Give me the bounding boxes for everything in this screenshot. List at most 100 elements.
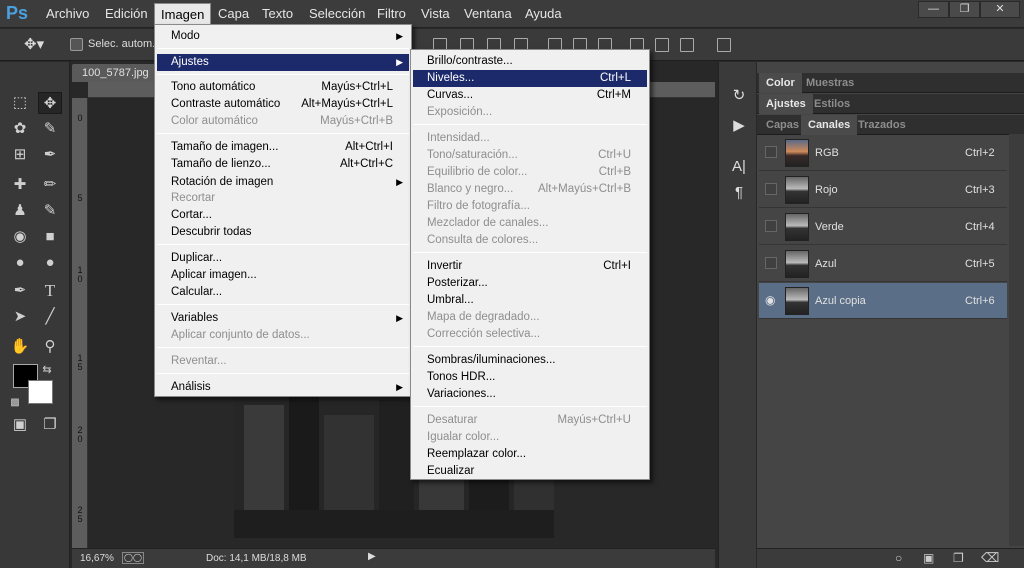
menu-item-rotacion-imagen[interactable]: Rotación de imagen ▶ [157,174,409,191]
menu-item-calcular[interactable]: Calcular... [157,284,409,301]
blur-tool-icon[interactable]: ● [8,252,32,274]
menu-item-niveles[interactable]: Niveles... Ctrl+L [413,70,647,87]
visibility-toggle[interactable] [765,257,777,269]
type-tool-icon[interactable]: T [38,280,62,302]
menu-item-duplicar[interactable]: Duplicar... [157,250,409,267]
quick-selection-tool-icon[interactable]: ✎ [38,118,62,140]
visibility-toggle[interactable] [765,146,777,158]
menu-item-umbral[interactable]: Umbral... [413,292,647,309]
pen-tool-icon[interactable]: ✒ [8,280,32,302]
distribute-right-icon[interactable] [680,38,694,52]
menu-item-posterizar[interactable]: Posterizar... [413,275,647,292]
trash-icon[interactable]: ⌫ [981,550,999,566]
tab-capas[interactable]: Capas [759,115,806,135]
menu-item-label: Tamaño de imagen... [171,141,279,153]
menu-item-analisis[interactable]: Análisis ▶ [157,379,409,396]
menu-item-brillo-contraste[interactable]: Brillo/contraste... [413,53,647,70]
tab-muestras[interactable]: Muestras [799,73,861,93]
menu-item-tono-automatico[interactable]: Tono automático Mayús+Ctrl+L [157,79,409,96]
healing-brush-tool-icon[interactable]: ✚ [8,174,32,196]
menu-item-aplicar-imagen[interactable]: Aplicar imagen... [157,267,409,284]
menu-ayuda[interactable]: Ayuda [519,0,568,28]
menu-edicion[interactable]: Edición [99,0,154,28]
menu-item-modo[interactable]: Modo ▶ [157,28,409,45]
auto-align-icon[interactable] [717,38,731,52]
distribute-hcenter-icon[interactable] [655,38,669,52]
document-tab[interactable]: 100_5787.jpg [72,64,162,82]
status-options-icon[interactable]: ◯◯ [122,552,144,564]
zoom-level[interactable]: 16,67% [80,553,114,564]
auto-select-checkbox[interactable] [70,38,83,51]
menu-item-ajustes[interactable]: Ajustes ▶ [157,54,409,71]
save-selection-icon[interactable]: ▣ [923,551,934,565]
menu-item-invertir[interactable]: Invertir Ctrl+I [413,258,647,275]
menu-item-reemplazar-color[interactable]: Reemplazar color... [413,446,647,463]
paragraph-panel-icon[interactable]: ¶ [729,184,749,202]
channel-row-verde[interactable]: Verde Ctrl+4 [759,209,1007,245]
lasso-tool-icon[interactable]: ✿ [8,118,32,140]
eyedropper-tool-icon[interactable]: ✒ [38,144,62,166]
hand-tool-icon[interactable]: ✋ [8,336,32,358]
tab-estilos[interactable]: Estilos [807,94,857,114]
tab-trazados[interactable]: Trazados [851,115,913,135]
eye-icon[interactable]: ◉ [765,294,777,306]
right-panels: Color Muestras Ajustes Estilos Capas Can… [757,62,1024,568]
menu-item-label: Cortar... [171,209,212,221]
gradient-tool-icon[interactable]: ■ [38,226,62,248]
brush-tool-icon[interactable]: ✏ [38,174,62,196]
menu-item-shortcut: Alt+Ctrl+I [345,141,393,153]
move-tool-preset-icon[interactable]: ✥▾ [24,35,44,53]
channel-row-azul[interactable]: Azul Ctrl+5 [759,246,1007,282]
crop-tool-icon[interactable]: ⊞ [8,144,32,166]
swap-colors-icon[interactable]: ⇆ [40,359,54,381]
close-button[interactable]: ✕ [980,1,1020,18]
channel-row-rojo[interactable]: Rojo Ctrl+3 [759,172,1007,208]
tab-color[interactable]: Color [759,73,802,93]
eraser-tool-icon[interactable]: ◉ [8,226,32,248]
menu-archivo[interactable]: Archivo [40,0,95,28]
restore-button[interactable]: ❐ [949,1,980,18]
minimize-button[interactable]: — [918,1,949,18]
quick-mask-icon[interactable]: ▣ [8,414,32,436]
channel-row-rgb[interactable]: RGB Ctrl+2 [759,135,1007,171]
default-colors-icon[interactable]: ▩ [8,392,22,414]
new-channel-icon[interactable]: ❐ [953,551,964,565]
line-tool-icon[interactable]: ╱ [38,306,62,328]
visibility-toggle[interactable] [765,183,777,195]
dodge-tool-icon[interactable]: ● [38,252,62,274]
menu-ventana[interactable]: Ventana [458,0,518,28]
move-tool-icon[interactable]: ✥ [38,92,62,114]
clone-stamp-tool-icon[interactable]: ♟ [8,200,32,222]
actions-panel-icon[interactable]: ▶ [729,116,749,134]
tab-ajustes[interactable]: Ajustes [759,94,813,114]
menu-item-contraste-automatico[interactable]: Contraste automático Alt+Mayús+Ctrl+L [157,96,409,113]
rect-marquee-tool-icon[interactable]: ⬚ [8,92,32,114]
panel-scrollbar[interactable] [1009,134,1024,546]
background-color-swatch[interactable] [28,380,53,404]
history-panel-icon[interactable]: ↻ [729,86,749,104]
menu-item-cortar[interactable]: Cortar... [157,207,409,224]
menu-item-tamano-imagen[interactable]: Tamaño de imagen... Alt+Ctrl+I [157,139,409,156]
menu-item-ecualizar[interactable]: Ecualizar [413,463,647,480]
character-panel-icon[interactable]: A| [729,158,749,176]
channels-panel-footer: ○ ▣ ❐ ⌫ [757,548,1024,568]
visibility-toggle[interactable] [765,220,777,232]
menu-item-curvas[interactable]: Curvas... Ctrl+M [413,87,647,104]
ruler-mark: 1 0 [77,265,83,284]
tab-canales[interactable]: Canales [801,115,858,135]
menu-item-descubrir-todas[interactable]: Descubrir todas [157,224,409,241]
history-brush-tool-icon[interactable]: ✎ [38,200,62,222]
menu-item-tonos-hdr[interactable]: Tonos HDR... [413,369,647,386]
menu-item-tamano-lienzo[interactable]: Tamaño de lienzo... Alt+Ctrl+C [157,156,409,173]
menu-item-sombras-iluminaciones[interactable]: Sombras/iluminaciones... [413,352,647,369]
load-selection-icon[interactable]: ○ [895,551,902,565]
menu-item-variables[interactable]: Variables ▶ [157,310,409,327]
zoom-tool-icon[interactable]: ⚲ [38,336,62,358]
menu-item-variaciones[interactable]: Variaciones... [413,386,647,403]
screen-mode-icon[interactable]: ❐ [38,414,62,436]
menu-vista[interactable]: Vista [415,0,456,28]
menu-item-label: Curvas... [427,89,474,101]
path-selection-tool-icon[interactable]: ➤ [8,306,32,328]
status-menu-arrow-icon[interactable]: ▶ [368,551,376,562]
channel-row-azul-copia[interactable]: ◉ Azul copia Ctrl+6 [759,283,1007,319]
